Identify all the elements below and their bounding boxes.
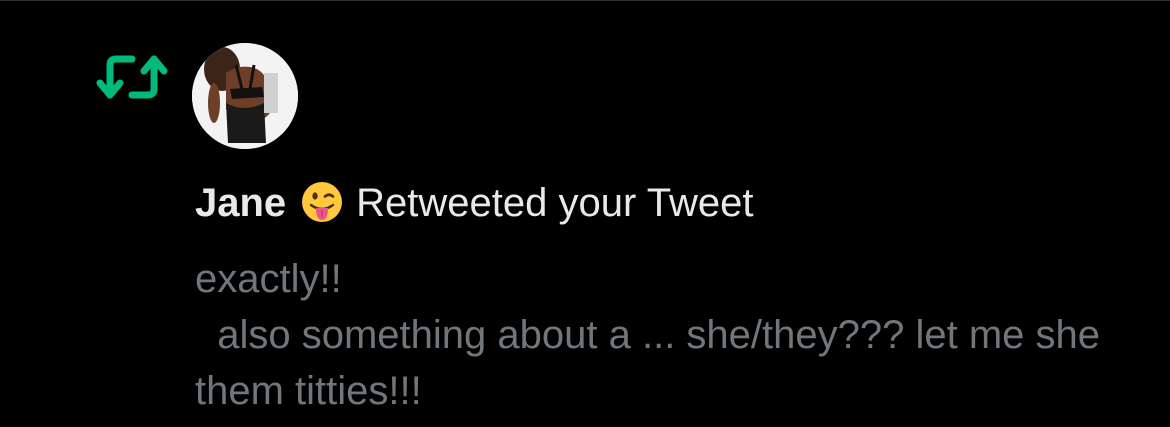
retweet-icon (96, 51, 168, 103)
avatar[interactable] (192, 43, 298, 149)
user-name[interactable]: Jane (195, 181, 286, 225)
notification-headline: Jane Retweeted your Tweet (195, 177, 753, 229)
tweet-text[interactable]: exactly!! also something about a ... she… (195, 251, 1145, 419)
face-with-tongue-emoji-icon (300, 180, 344, 224)
action-text: Retweeted your Tweet (356, 181, 754, 225)
retweet-notification[interactable]: Jane Retweeted your Tweet exactly!! also… (0, 0, 1170, 427)
